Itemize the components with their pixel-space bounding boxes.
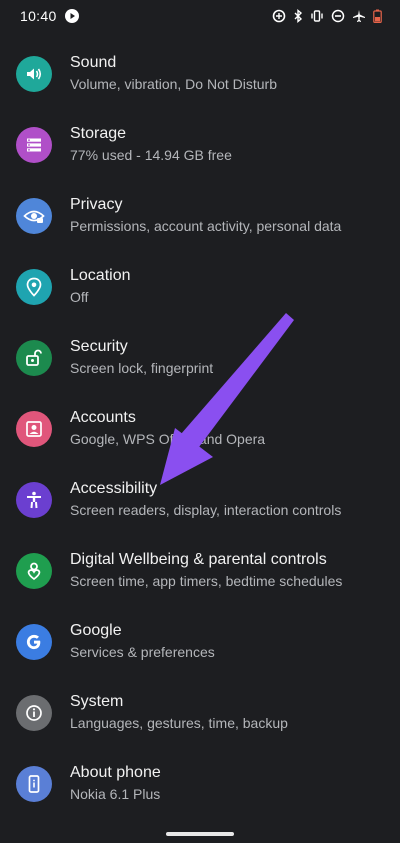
settings-item-subtitle: Screen lock, fingerprint: [70, 360, 214, 376]
info-icon: [16, 695, 52, 731]
settings-item-title: System: [70, 693, 124, 710]
status-icons: [272, 9, 382, 23]
lock-icon: [16, 340, 52, 376]
settings-item-subtitle: Screen time, app timers, bedtime schedul…: [70, 573, 343, 589]
settings-item-privacy[interactable]: Privacy Permissions, account activity, p…: [0, 182, 400, 253]
settings-item-subtitle: Screen readers, display, interaction con…: [70, 502, 342, 518]
settings-item-title: Accounts: [70, 409, 136, 426]
home-indicator[interactable]: [166, 832, 234, 836]
settings-item-google[interactable]: Google Services & preferences: [0, 608, 400, 679]
google-icon: [16, 624, 52, 660]
settings-item-title: Digital Wellbeing & parental controls: [70, 551, 327, 568]
airplane-icon: [353, 10, 365, 22]
battery-icon: [373, 9, 382, 23]
settings-item-subtitle: Languages, gestures, time, backup: [70, 715, 288, 731]
accessibility-icon: [16, 482, 52, 518]
settings-item-subtitle: Off: [70, 289, 89, 305]
settings-item-title: Storage: [70, 125, 127, 142]
settings-item-security[interactable]: Security Screen lock, fingerprint: [0, 324, 400, 395]
settings-item-accounts[interactable]: Accounts Google, WPS Office and Opera: [0, 395, 400, 466]
location-icon: [16, 269, 52, 305]
settings-item-system[interactable]: System Languages, gestures, time, backup: [0, 679, 400, 750]
settings-item-digital-wellbeing[interactable]: Digital Wellbeing & parental controls Sc…: [0, 537, 400, 608]
settings-item-storage[interactable]: Storage 77% used - 14.94 GB free: [0, 111, 400, 182]
play-notification-icon: [65, 9, 79, 23]
settings-item-title: Security: [70, 338, 128, 355]
sound-icon: [16, 56, 52, 92]
settings-item-subtitle: Volume, vibration, Do Not Disturb: [70, 76, 277, 92]
data-saver-icon: [272, 9, 286, 23]
settings-item-title: Privacy: [70, 196, 123, 213]
storage-icon: [16, 127, 52, 163]
settings-item-subtitle: Google, WPS Office and Opera: [70, 431, 266, 447]
settings-item-subtitle: 77% used - 14.94 GB free: [70, 147, 232, 163]
settings-item-location[interactable]: Location Off: [0, 253, 400, 324]
privacy-icon: [16, 198, 52, 234]
settings-item-title: Accessibility: [70, 480, 158, 497]
settings-item-subtitle: Nokia 6.1 Plus: [70, 786, 161, 802]
status-time: 10:40: [20, 8, 57, 24]
settings-item-subtitle: Services & preferences: [70, 644, 215, 660]
bluetooth-icon: [294, 9, 303, 23]
settings-screen: 10:40 Sound Volume, vibration, Do Not Di…: [0, 0, 400, 843]
settings-item-accessibility[interactable]: Accessibility Screen readers, display, i…: [0, 466, 400, 537]
do-not-disturb-icon: [331, 9, 345, 23]
vibrate-icon: [311, 10, 323, 22]
settings-item-about-phone[interactable]: About phone Nokia 6.1 Plus: [0, 750, 400, 821]
phone-icon: [16, 766, 52, 802]
settings-item-sound[interactable]: Sound Volume, vibration, Do Not Disturb: [0, 40, 400, 111]
accounts-icon: [16, 411, 52, 447]
status-bar: 10:40: [0, 0, 400, 36]
settings-item-title: Sound: [70, 54, 117, 71]
settings-item-title: Google: [70, 622, 122, 639]
settings-item-subtitle: Permissions, account activity, personal …: [70, 218, 342, 234]
settings-item-title: About phone: [70, 764, 161, 781]
wellbeing-icon: [16, 553, 52, 589]
settings-item-title: Location: [70, 267, 131, 284]
